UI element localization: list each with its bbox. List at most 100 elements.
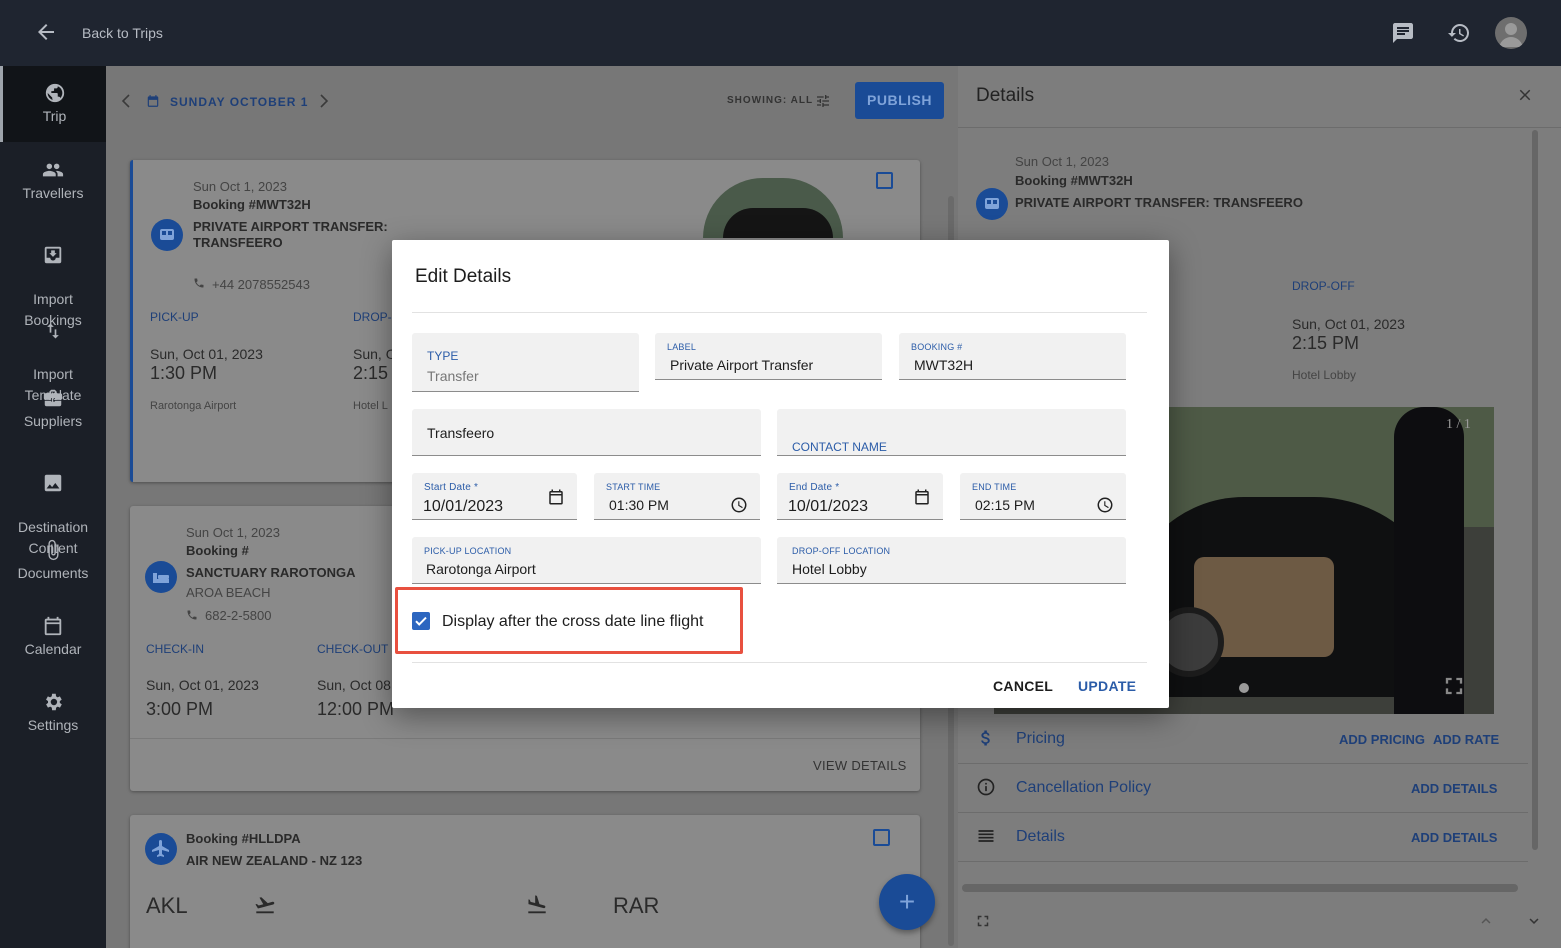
pickup-location-field[interactable]: PICK-UP LOCATION Rarotonga Airport xyxy=(412,537,761,584)
view-details-button[interactable]: VIEW DETAILS xyxy=(813,758,907,773)
checkout-label: CHECK-OUT xyxy=(317,642,389,656)
chat-icon[interactable] xyxy=(1391,21,1415,45)
add-fab-button[interactable]: + xyxy=(879,874,935,930)
chevron-up-icon[interactable] xyxy=(1477,912,1495,930)
cancel-button[interactable]: CANCEL xyxy=(993,678,1053,694)
end-date-value: 10/01/2023 xyxy=(788,498,869,515)
back-arrow-icon[interactable] xyxy=(34,20,58,44)
update-button[interactable]: UPDATE xyxy=(1078,678,1136,694)
sidebar-item-settings[interactable]: Settings xyxy=(0,691,106,736)
supplier-field[interactable]: Transfeero xyxy=(412,409,761,456)
publish-button[interactable]: PUBLISH xyxy=(855,82,944,119)
chevron-down-icon[interactable] xyxy=(1525,912,1543,930)
calendar-picker-icon[interactable] xyxy=(547,488,565,506)
clock-icon[interactable] xyxy=(1096,496,1114,514)
dropoff-location-field[interactable]: DROP-OFF LOCATION Hotel Lobby xyxy=(777,537,1126,584)
chevron-right-icon[interactable] xyxy=(318,94,330,108)
row-divider xyxy=(958,763,1528,764)
card-title: AIR NEW ZEALAND - NZ 123 xyxy=(186,853,363,868)
dropoff-time: 2:15 xyxy=(353,363,389,383)
card-select-checkbox[interactable] xyxy=(876,172,893,189)
dropoff-date: Sun, O xyxy=(353,346,397,362)
pickup-location-label: PICK-UP LOCATION xyxy=(424,546,512,556)
globe-icon xyxy=(45,83,64,103)
sidebar-item-label: Documents xyxy=(17,565,89,581)
pricing-row-label: Pricing xyxy=(1016,730,1065,747)
phone-icon xyxy=(194,278,204,288)
card-date: Sun Oct 1, 2023 xyxy=(193,179,287,194)
notes-icon xyxy=(978,830,994,842)
flight-booking-card[interactable]: Booking #HLLDPA AIR NEW ZEALAND - NZ 123… xyxy=(130,815,920,948)
sidebar-item-suppliers[interactable]: Suppliers xyxy=(0,387,106,432)
top-bar: Back to Trips xyxy=(0,0,1561,66)
start-time-value: 01:30 PM xyxy=(609,497,669,513)
dropoff-location-value: Hotel Lobby xyxy=(792,561,867,577)
dialog-footer-divider xyxy=(412,662,1147,663)
card-booking-number: Booking # xyxy=(186,543,249,558)
history-icon[interactable] xyxy=(1447,21,1471,45)
type-value: Transfer xyxy=(427,368,479,384)
label-field[interactable]: LABEL Private Airport Transfer xyxy=(655,333,882,380)
add-details-button[interactable]: ADD DETAILS xyxy=(1411,830,1497,845)
booking-number-value: MWT32H xyxy=(914,357,974,373)
back-to-trips-link[interactable]: Back to Trips xyxy=(82,25,163,41)
type-select[interactable]: TYPE Transfer xyxy=(412,333,639,392)
details-booking: Booking #MWT32H xyxy=(1015,173,1133,188)
sidebar-item-trip[interactable]: Trip xyxy=(0,66,106,142)
briefcase-icon xyxy=(43,389,63,407)
gear-icon xyxy=(46,693,62,711)
card-phone: 682-2-5800 xyxy=(205,608,272,623)
supplier-value: Transfeero xyxy=(427,425,495,441)
checkout-time: 12:00 PM xyxy=(317,699,395,719)
details-title: Details xyxy=(976,85,1035,106)
end-time-label: END TIME xyxy=(972,482,1017,492)
filter-sliders-icon[interactable] xyxy=(815,93,831,109)
carousel-dot[interactable] xyxy=(1239,683,1249,693)
clock-icon[interactable] xyxy=(730,496,748,514)
row-divider xyxy=(958,812,1528,813)
info-icon xyxy=(977,778,995,796)
pickup-location-value: Rarotonga Airport xyxy=(426,561,536,577)
start-time-field[interactable]: START TIME 01:30 PM xyxy=(594,473,760,520)
end-time-field[interactable]: END TIME 02:15 PM xyxy=(960,473,1126,520)
sidebar-item-travellers[interactable]: Travellers xyxy=(0,159,106,204)
add-pricing-button[interactable]: ADD PRICING xyxy=(1339,732,1425,747)
sidebar-item-label: Calendar xyxy=(24,641,82,657)
start-date-field[interactable]: Start Date * 10/01/2023 xyxy=(412,473,577,520)
expand-icon[interactable] xyxy=(974,912,992,930)
horizontal-scrollbar[interactable] xyxy=(962,884,1518,892)
people-icon xyxy=(42,163,64,177)
image-icon xyxy=(44,474,62,492)
date-selector[interactable]: SUNDAY OCTOBER 1 xyxy=(170,95,308,109)
header-divider xyxy=(958,127,1561,128)
calendar-picker-icon[interactable] xyxy=(913,488,931,506)
sidebar-item-calendar[interactable]: Calendar xyxy=(0,615,106,660)
image-counter: 1 / 1 xyxy=(1446,417,1471,432)
card-booking-number: Booking #HLLDPA xyxy=(186,831,301,846)
vertical-scrollbar[interactable] xyxy=(1532,130,1538,850)
card-select-checkbox[interactable] xyxy=(873,829,890,846)
add-cancellation-details-button[interactable]: ADD DETAILS xyxy=(1411,781,1497,796)
details-row-label: Details xyxy=(1016,828,1065,845)
end-date-field[interactable]: End Date * 10/01/2023 xyxy=(777,473,943,520)
bus-icon xyxy=(976,188,1008,220)
details-dropoff-location: Hotel Lobby xyxy=(1292,368,1357,382)
checkin-date: Sun, Oct 01, 2023 xyxy=(146,677,259,693)
card-booking-number: Booking #MWT32H xyxy=(193,197,311,212)
fullscreen-icon[interactable] xyxy=(1440,672,1468,700)
import-icon xyxy=(44,246,62,264)
booking-number-field[interactable]: BOOKING # MWT32H xyxy=(899,333,1126,380)
bed-icon xyxy=(145,561,177,593)
end-time-value: 02:15 PM xyxy=(975,497,1035,513)
phone-icon xyxy=(187,610,197,620)
pickup-location: Rarotonga Airport xyxy=(150,400,237,412)
chevron-left-icon[interactable] xyxy=(120,94,132,108)
paperclip-icon xyxy=(48,539,59,561)
close-icon[interactable] xyxy=(1516,86,1534,104)
add-rate-button[interactable]: ADD RATE xyxy=(1433,732,1499,747)
contact-name-field[interactable]: CONTACT NAME xyxy=(777,409,1126,456)
checkin-label: CHECK-IN xyxy=(146,642,205,656)
user-avatar[interactable] xyxy=(1495,17,1527,49)
sidebar-item-documents[interactable]: Documents xyxy=(0,539,106,584)
card-title-line1: PRIVATE AIRPORT TRANSFER: xyxy=(193,219,388,234)
